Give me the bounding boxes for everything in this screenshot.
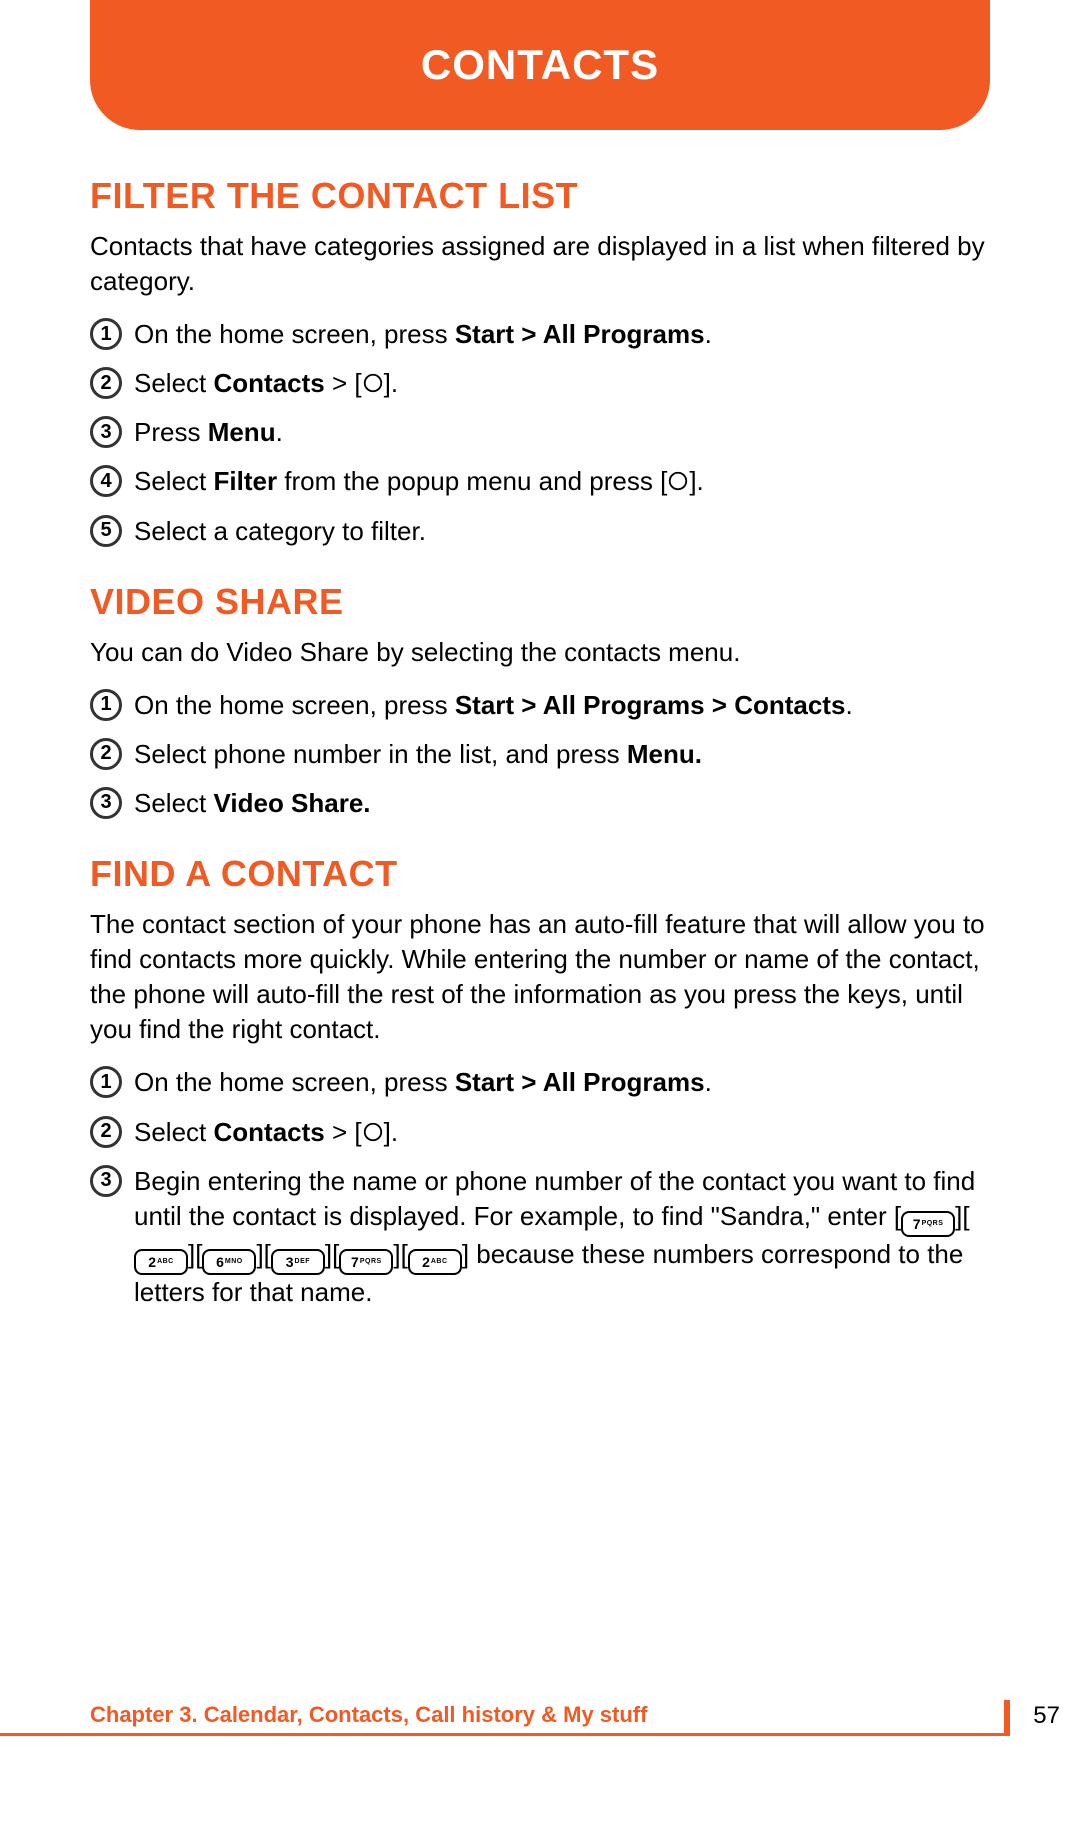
ok-icon: [362, 1121, 384, 1143]
step-text: Select phone number in the list, and pre…: [134, 737, 990, 772]
section-filter-contact-list: FILTER THE CONTACT LIST Contacts that ha…: [90, 175, 990, 549]
section-intro: The contact section of your phone has an…: [90, 907, 990, 1047]
step-number-badge: 3: [90, 416, 122, 448]
page-title: CONTACTS: [421, 41, 659, 89]
step-number-badge: 1: [90, 318, 122, 350]
section-heading: VIDEO SHARE: [90, 581, 990, 623]
section-heading: FIND A CONTACT: [90, 853, 990, 895]
step-list: 1 On the home screen, press Start > All …: [90, 688, 990, 821]
step-text: On the home screen, press Start > All Pr…: [134, 688, 990, 723]
step-item: 4 Select Filter from the popup menu and …: [90, 464, 990, 499]
step-number-badge: 2: [90, 738, 122, 770]
step-text: On the home screen, press Start > All Pr…: [134, 317, 990, 352]
section-find-contact: FIND A CONTACT The contact section of yo…: [90, 853, 990, 1310]
ok-icon: [667, 470, 689, 492]
step-number-badge: 3: [90, 1165, 122, 1197]
footer-rule: [0, 1733, 1010, 1736]
header-tab: CONTACTS: [90, 0, 990, 130]
step-number-badge: 2: [90, 1116, 122, 1148]
keypad-key-icon: 2ABC: [134, 1249, 188, 1275]
step-number-badge: 1: [90, 689, 122, 721]
section-intro: You can do Video Share by selecting the …: [90, 635, 990, 670]
step-text: Begin entering the name or phone number …: [134, 1164, 990, 1310]
step-item: 2 Select Contacts > [].: [90, 366, 990, 401]
keypad-key-icon: 7PQRS: [339, 1249, 393, 1275]
step-text: Select a category to filter.: [134, 514, 990, 549]
step-number-badge: 3: [90, 787, 122, 819]
section-video-share: VIDEO SHARE You can do Video Share by se…: [90, 581, 990, 821]
step-number-badge: 4: [90, 465, 122, 497]
step-item: 3 Select Video Share.: [90, 786, 990, 821]
step-item: 2 Select phone number in the list, and p…: [90, 737, 990, 772]
keypad-key-icon: 6MNO: [202, 1249, 256, 1275]
keypad-key-icon: 7PQRS: [901, 1211, 955, 1237]
step-item: 2 Select Contacts > [].: [90, 1115, 990, 1150]
chapter-label: Chapter 3. Calendar, Contacts, Call hist…: [90, 1702, 647, 1728]
footer-separator: [1004, 1700, 1010, 1736]
step-item: 5 Select a category to filter.: [90, 514, 990, 549]
step-item: 1 On the home screen, press Start > All …: [90, 317, 990, 352]
step-text: Select Filter from the popup menu and pr…: [134, 464, 990, 499]
step-item: 1 On the home screen, press Start > All …: [90, 1065, 990, 1100]
step-text: Press Menu.: [134, 415, 990, 450]
step-list: 1 On the home screen, press Start > All …: [90, 317, 990, 548]
step-item: 3 Begin entering the name or phone numbe…: [90, 1164, 990, 1310]
keypad-key-icon: 3DEF: [271, 1249, 325, 1275]
step-number-badge: 5: [90, 515, 122, 547]
section-heading: FILTER THE CONTACT LIST: [90, 175, 990, 217]
manual-page: CONTACTS FILTER THE CONTACT LIST Contact…: [0, 0, 1080, 1836]
step-text: Select Video Share.: [134, 786, 990, 821]
step-number-badge: 1: [90, 1066, 122, 1098]
section-intro: Contacts that have categories assigned a…: [90, 229, 990, 299]
step-number-badge: 2: [90, 367, 122, 399]
page-number: 57: [1033, 1702, 1060, 1730]
step-text: Select Contacts > [].: [134, 1115, 990, 1150]
step-text: Select Contacts > [].: [134, 366, 990, 401]
step-text: On the home screen, press Start > All Pr…: [134, 1065, 990, 1100]
step-list: 1 On the home screen, press Start > All …: [90, 1065, 990, 1309]
page-content: FILTER THE CONTACT LIST Contacts that ha…: [90, 175, 990, 1342]
step-item: 3 Press Menu.: [90, 415, 990, 450]
ok-icon: [362, 372, 384, 394]
keypad-key-icon: 2ABC: [408, 1249, 462, 1275]
step-item: 1 On the home screen, press Start > All …: [90, 688, 990, 723]
page-footer: Chapter 3. Calendar, Contacts, Call hist…: [0, 1686, 1080, 1736]
